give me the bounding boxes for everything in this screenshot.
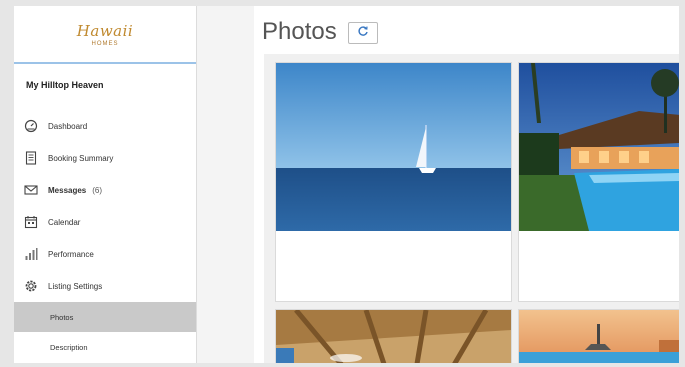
sidebar-item-label: Calendar bbox=[48, 217, 81, 227]
app-window: Hawaii HOMES My Hilltop Heaven Dashboard… bbox=[14, 6, 679, 363]
refresh-icon bbox=[357, 24, 369, 42]
logo-sub-text: HOMES bbox=[91, 41, 119, 47]
logo-script-text: Hawaii bbox=[76, 22, 134, 40]
gear-icon bbox=[24, 279, 38, 293]
property-name: My Hilltop Heaven bbox=[26, 80, 104, 90]
logo[interactable]: Hawaii HOMES bbox=[14, 6, 196, 64]
sidebar-subitem-description[interactable]: Description bbox=[14, 332, 196, 362]
bar-chart-icon bbox=[24, 247, 38, 261]
ocean-sailboat-photo bbox=[276, 63, 511, 231]
sidebar-item-dashboard[interactable]: Dashboard bbox=[14, 110, 196, 142]
envelope-icon bbox=[24, 183, 38, 197]
page-title: Photos bbox=[262, 18, 337, 45]
photo-card[interactable] bbox=[275, 62, 512, 302]
document-icon bbox=[24, 151, 38, 165]
photo-card[interactable] bbox=[518, 62, 679, 302]
sidebar-item-label: Dashboard bbox=[48, 121, 88, 131]
dashboard-icon bbox=[24, 119, 38, 133]
sidebar-subitem-photos[interactable]: Photos bbox=[14, 302, 196, 332]
sidebar-item-label: Booking Summary bbox=[48, 153, 114, 163]
sidebar-item-label: Listing Settings bbox=[48, 281, 103, 291]
resort-pool-photo bbox=[519, 63, 679, 231]
photo-card[interactable] bbox=[518, 309, 679, 363]
content-gutter bbox=[197, 6, 254, 363]
pool-sunset-photo bbox=[519, 310, 679, 363]
sidebar-item-performance[interactable]: Performance bbox=[14, 238, 196, 270]
sidebar-item-listing-settings[interactable]: Listing Settings bbox=[14, 270, 196, 302]
photo-card[interactable] bbox=[275, 309, 512, 363]
wooden-ceiling-interior-photo bbox=[276, 310, 511, 363]
sidebar: Hawaii HOMES My Hilltop Heaven Dashboard… bbox=[14, 6, 197, 363]
sidebar-item-messages[interactable]: Messages (6) bbox=[14, 174, 196, 206]
sidebar-item-calendar[interactable]: Calendar bbox=[14, 206, 196, 238]
calendar-icon bbox=[24, 215, 38, 229]
refresh-button[interactable] bbox=[348, 22, 378, 44]
sidebar-item-label: Performance bbox=[48, 249, 94, 259]
sidebar-menu: Dashboard Booking Summary Messages (6) C… bbox=[14, 110, 196, 362]
messages-count-badge: (6) bbox=[92, 185, 103, 195]
sidebar-item-label: Messages bbox=[48, 185, 87, 195]
sidebar-item-booking-summary[interactable]: Booking Summary bbox=[14, 142, 196, 174]
